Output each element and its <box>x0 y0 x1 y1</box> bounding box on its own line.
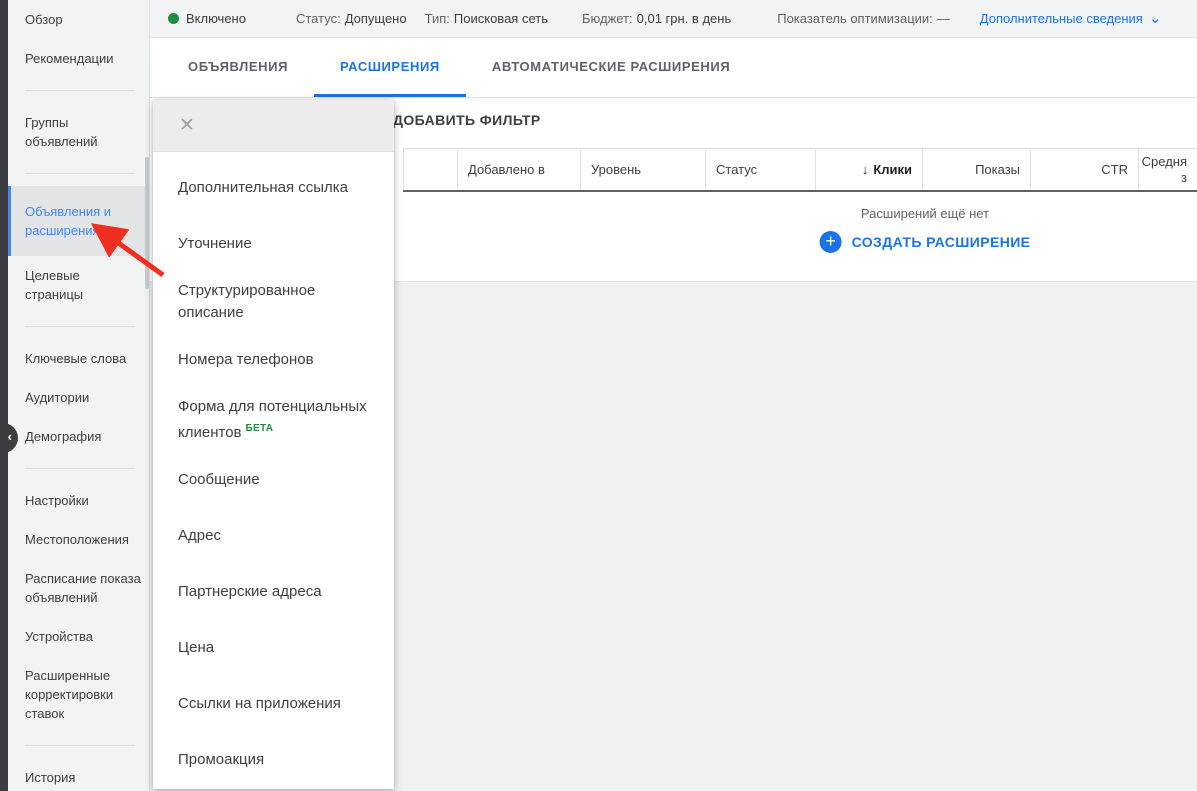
lead-form-label: Форма для потенциальных клиентов <box>178 398 367 441</box>
column-header-status[interactable]: Статус <box>705 149 815 190</box>
column-header-level[interactable]: Уровень <box>580 149 705 190</box>
campaign-budget: Бюджет: 0,01 грн. в день <box>582 11 731 26</box>
menu-item-structured-snippet[interactable]: Структурированное описание <box>153 272 394 332</box>
campaign-type: Тип: Поисковая сеть <box>425 11 548 26</box>
sidebar-item-overview[interactable]: Обзор <box>8 0 149 39</box>
sidebar-divider <box>25 90 135 91</box>
menu-item-price[interactable]: Цена <box>153 620 394 676</box>
budget-value: 0,01 грн. в день <box>637 11 732 26</box>
menu-item-affiliate-addresses[interactable]: Партнерские адреса <box>153 564 394 620</box>
sidebar-divider <box>25 745 135 746</box>
menu-item-address[interactable]: Адрес <box>153 508 394 564</box>
column-header-impressions[interactable]: Показы <box>922 149 1030 190</box>
sidebar-divider <box>25 326 135 327</box>
enabled-dot-icon <box>168 13 179 24</box>
optimization-label: Показатель оптимизации: <box>777 11 933 26</box>
avg-label-line1: Средня <box>1142 154 1187 170</box>
menu-header: ✕ <box>153 100 394 152</box>
sidebar-item-recommendations[interactable]: Рекомендации <box>8 39 149 78</box>
close-icon[interactable]: ✕ <box>179 114 195 137</box>
add-filter-button[interactable]: ДОБАВИТЬ ФИЛЬТР <box>393 112 541 128</box>
type-value: Поисковая сеть <box>454 11 548 26</box>
sidebar-item-settings[interactable]: Настройки <box>8 481 149 520</box>
sidebar-divider <box>25 173 135 174</box>
menu-item-message[interactable]: Сообщение <box>153 452 394 508</box>
menu-item-callout[interactable]: Уточнение <box>153 216 394 272</box>
sidebar-item-change-history[interactable]: История изменений <box>8 758 149 791</box>
google-ads-app: Обзор Рекомендации Группы объявлений Объ… <box>0 0 1197 791</box>
sidebar-scrollbar-thumb[interactable] <box>145 157 149 289</box>
details-link-label: Дополнительные сведения <box>980 11 1143 26</box>
sidebar-item-audiences[interactable]: Аудитории <box>8 378 149 417</box>
column-header-clicks[interactable]: ↓ Клики <box>815 149 922 190</box>
sidebar-item-ads-extensions[interactable]: Объявления и расширения <box>8 186 149 256</box>
sort-arrow-down-icon: ↓ <box>862 162 869 177</box>
plus-icon: + <box>820 231 842 253</box>
campaign-status: Статус: Допущено <box>296 11 407 26</box>
left-dark-rail <box>0 0 8 791</box>
extensions-table-header: Добавлено в Уровень Статус ↓ Клики Показ… <box>403 148 1197 192</box>
tab-ads[interactable]: ОБЪЯВЛЕНИЯ <box>162 38 314 97</box>
campaign-enabled-status[interactable]: Включено <box>168 11 246 26</box>
empty-state-message: Расширений ещё нет <box>861 206 989 221</box>
beta-badge: БЕТА <box>246 423 274 434</box>
menu-item-promotion[interactable]: Промоакция <box>153 732 394 788</box>
extension-type-menu: ✕ Дополнительная ссылка Уточнение Структ… <box>153 100 394 789</box>
menu-item-lead-form[interactable]: Форма для потенциальных клиентовБЕТА <box>153 388 394 452</box>
menu-item-phone-numbers[interactable]: Номера телефонов <box>153 332 394 388</box>
tab-automated-extensions[interactable]: АВТОМАТИЧЕСКИЕ РАСШИРЕНИЯ <box>466 38 756 97</box>
menu-item-app-links[interactable]: Ссылки на приложения <box>153 676 394 732</box>
sidebar-item-devices[interactable]: Устройства <box>8 617 149 656</box>
create-extension-label: СОЗДАТЬ РАСШИРЕНИЕ <box>852 234 1031 250</box>
status-value: Допущено <box>345 11 407 26</box>
details-link[interactable]: Дополнительные сведения ⌄ <box>980 11 1162 26</box>
chevron-left-icon: ‹ <box>8 429 12 444</box>
clicks-label: Клики <box>873 162 912 177</box>
tab-bar: ОБЪЯВЛЕНИЯ РАСШИРЕНИЯ АВТОМАТИЧЕСКИЕ РАС… <box>150 38 1197 98</box>
campaign-status-bar: Включено Статус: Допущено Тип: Поисковая… <box>150 0 1197 38</box>
column-header-added-to[interactable]: Добавлено в <box>457 149 580 190</box>
budget-label: Бюджет: <box>582 11 633 26</box>
sidebar-item-bid-adjustments[interactable]: Расширенные корректировки ставок <box>8 656 149 733</box>
create-extension-button[interactable]: + СОЗДАТЬ РАСШИРЕНИЕ <box>820 231 1031 253</box>
chevron-down-icon: ⌄ <box>1149 14 1162 24</box>
sidebar-item-landing-pages[interactable]: Целевые страницы <box>8 256 149 314</box>
avg-label-line2: з <box>1142 170 1187 186</box>
enabled-label: Включено <box>186 11 246 26</box>
column-header-ctr[interactable]: CTR <box>1030 149 1138 190</box>
column-header-empty <box>403 149 457 190</box>
sidebar-item-keywords[interactable]: Ключевые слова <box>8 339 149 378</box>
optimization-value: — <box>937 11 950 26</box>
sidebar-item-ad-schedule[interactable]: Расписание показа объявлений <box>8 559 149 617</box>
sidebar-divider <box>25 468 135 469</box>
menu-item-sitelink[interactable]: Дополнительная ссылка <box>153 160 394 216</box>
sidebar-nav: Обзор Рекомендации Группы объявлений Объ… <box>8 0 150 791</box>
tab-extensions[interactable]: РАСШИРЕНИЯ <box>314 38 466 97</box>
type-label: Тип: <box>425 11 450 26</box>
status-label: Статус: <box>296 11 341 26</box>
sidebar-item-demographics[interactable]: Демография <box>8 417 149 456</box>
sidebar-item-ad-groups[interactable]: Группы объявлений <box>8 103 149 161</box>
menu-list: Дополнительная ссылка Уточнение Структур… <box>153 152 394 788</box>
sidebar-item-locations[interactable]: Местоположения <box>8 520 149 559</box>
optimization-score: Показатель оптимизации: — <box>777 11 954 26</box>
column-header-avg-truncated[interactable]: Средня з <box>1138 149 1197 190</box>
